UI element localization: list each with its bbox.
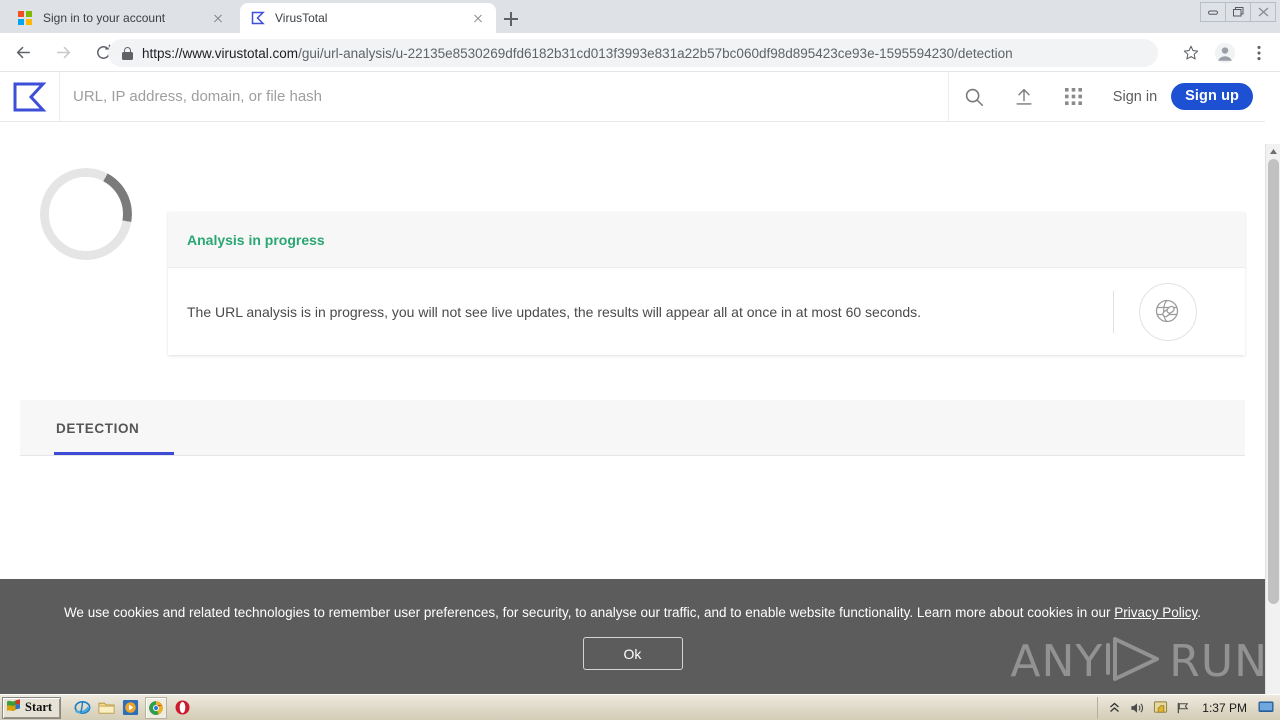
loading-spinner-icon: [40, 168, 132, 260]
start-button-label: Start: [25, 700, 53, 714]
toolbar-actions: [1176, 33, 1274, 72]
cookie-message: We use cookies and related technologies …: [64, 605, 1201, 620]
back-arrow-icon[interactable]: [6, 35, 40, 69]
browser-window: Sign in to your account VirusTotal https…: [0, 0, 1280, 694]
bookmark-star-icon[interactable]: [1176, 38, 1206, 68]
media-player-icon[interactable]: [121, 699, 139, 717]
vt-search-field[interactable]: [60, 72, 949, 122]
detection-tab-strip: DETECTION: [20, 400, 1245, 456]
volume-icon[interactable]: [1129, 700, 1145, 716]
tab-strip: Sign in to your account VirusTotal: [0, 0, 1280, 33]
network-flag-icon[interactable]: [1175, 700, 1191, 716]
taskbar-clock: 1:37 PM: [1202, 700, 1247, 715]
analysis-card-header: Analysis in progress: [168, 212, 1245, 268]
browser-tab-signin[interactable]: Sign in to your account: [8, 3, 236, 33]
cookie-text-part2: .: [1197, 605, 1202, 620]
virustotal-header: Sign in Sign up: [0, 72, 1265, 122]
globe-link-icon: [1139, 282, 1197, 341]
opera-icon[interactable]: [173, 699, 191, 717]
minimize-button[interactable]: [1200, 2, 1226, 22]
new-tab-button[interactable]: [500, 8, 522, 30]
close-icon[interactable]: [470, 10, 486, 26]
vt-header-actions: Sign in Sign up: [949, 72, 1265, 122]
address-bar-url: https://www.virustotal.com/gui/url-analy…: [142, 46, 1013, 61]
page-viewport: Sign in Sign up Analysis in progress The…: [0, 72, 1280, 694]
tab-title: Sign in to your account: [43, 11, 166, 25]
apps-grid-icon[interactable]: [1049, 72, 1099, 122]
forward-arrow-icon[interactable]: [46, 35, 80, 69]
search-icon[interactable]: [949, 72, 999, 122]
microsoft-logo-icon: [18, 10, 34, 26]
security-shield-icon[interactable]: [1152, 700, 1168, 716]
upload-icon[interactable]: [999, 72, 1049, 122]
sign-up-button[interactable]: Sign up: [1171, 83, 1253, 110]
show-desktop-icon[interactable]: [1258, 700, 1274, 716]
cookie-text-part1: We use cookies and related technologies …: [63, 605, 1115, 620]
start-button[interactable]: Start: [2, 696, 62, 719]
show-hidden-icons-icon[interactable]: [1106, 700, 1122, 716]
analysis-card-body: The URL analysis is in progress, you wil…: [168, 268, 1245, 355]
browser-toolbar: https://www.virustotal.com/gui/url-analy…: [0, 33, 1280, 72]
active-tab-underline: [54, 452, 174, 455]
close-button[interactable]: [1250, 2, 1276, 22]
restore-button[interactable]: [1225, 2, 1251, 22]
url-host: https://www.virustotal.com: [142, 45, 299, 61]
window-controls: [1200, 2, 1276, 22]
scrollbar-thumb[interactable]: [1268, 159, 1279, 604]
system-tray: 1:37 PM: [1097, 696, 1280, 719]
quick-launch-bar: [73, 696, 191, 719]
cookie-consent-banner: We use cookies and related technologies …: [0, 579, 1265, 694]
windows-logo-icon: [6, 698, 21, 718]
divider: [1113, 290, 1114, 333]
url-path: /gui/url-analysis/u-22135e8530269dfd6182…: [298, 45, 1013, 61]
profile-avatar-icon[interactable]: [1210, 38, 1240, 68]
privacy-policy-link[interactable]: Privacy Policy: [1114, 605, 1197, 620]
internet-explorer-icon[interactable]: [73, 699, 91, 717]
address-bar[interactable]: https://www.virustotal.com/gui/url-analy…: [108, 39, 1158, 67]
cookie-ok-button[interactable]: Ok: [582, 637, 683, 670]
tab-detection[interactable]: DETECTION: [34, 400, 161, 456]
tab-label: DETECTION: [56, 420, 140, 436]
browser-tab-virustotal[interactable]: VirusTotal: [240, 3, 496, 33]
analysis-message: The URL analysis is in progress, you wil…: [187, 303, 922, 320]
virustotal-sigma-icon: [250, 10, 266, 26]
page-scrollbar[interactable]: [1265, 144, 1280, 694]
lock-icon: [122, 46, 133, 60]
tab-title: VirusTotal: [275, 11, 328, 25]
close-icon[interactable]: [210, 10, 226, 26]
status-title: Analysis in progress: [187, 231, 325, 248]
virustotal-sigma-icon[interactable]: [0, 72, 60, 122]
windows-taskbar: Start 1:37 PM: [0, 694, 1280, 720]
sign-in-link[interactable]: Sign in: [1099, 89, 1171, 105]
google-chrome-icon[interactable]: [145, 696, 168, 719]
analysis-card: Analysis in progress The URL analysis is…: [168, 212, 1245, 355]
scroll-up-arrow-icon[interactable]: [1266, 144, 1280, 159]
chrome-menu-icon[interactable]: [1244, 38, 1274, 68]
file-explorer-icon[interactable]: [97, 699, 115, 717]
search-input[interactable]: [73, 88, 948, 105]
